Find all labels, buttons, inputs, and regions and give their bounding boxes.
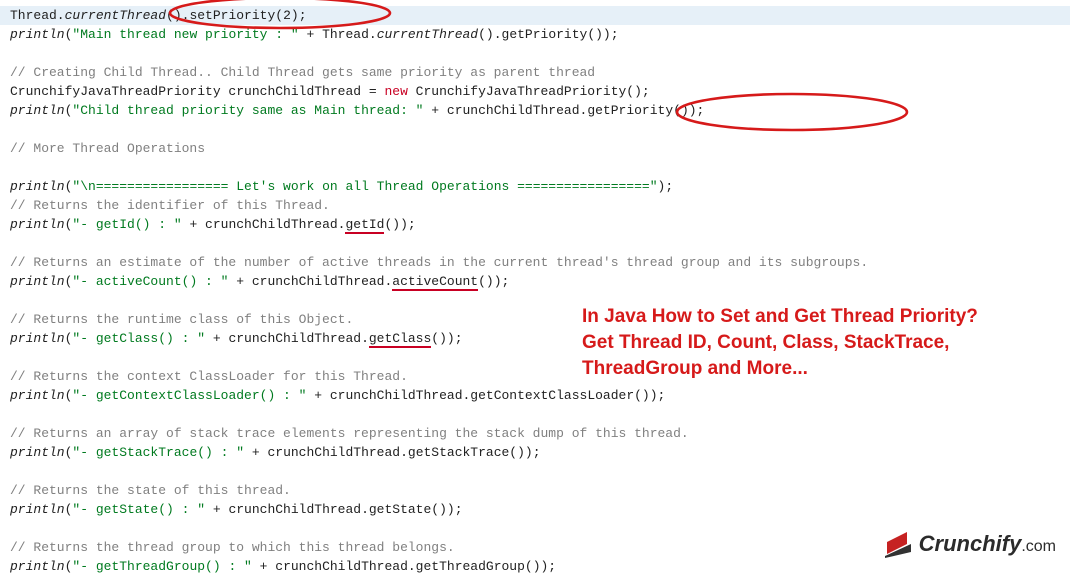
code-comment: // Returns an array of stack trace eleme… (10, 424, 1060, 443)
code-line: Thread.currentThread().setPriority(2); (0, 6, 1070, 25)
logo-text: Crunchify.com (919, 534, 1056, 556)
code-line: CrunchifyJavaThreadPriority crunchChildT… (10, 82, 1060, 101)
code-line: println("\n================= Let's work … (10, 177, 1060, 196)
underlined-method: getId (345, 217, 384, 234)
code-comment: // Returns the context ClassLoader for t… (10, 367, 1060, 386)
crunchify-logo-icon (883, 532, 913, 558)
code-line: println("Main thread new priority : " + … (10, 25, 1060, 44)
code-comment: // Returns the runtime class of this Obj… (10, 310, 1060, 329)
crunchify-logo: Crunchify.com (883, 532, 1056, 558)
code-comment: // Returns the identifier of this Thread… (10, 196, 1060, 215)
code-line: println("- getStackTrace() : " + crunchC… (10, 443, 1060, 462)
code-comment: // More Thread Operations (10, 139, 1060, 158)
code-line: println("- getContextClassLoader() : " +… (10, 386, 1060, 405)
code-line: println("- getId() : " + crunchChildThre… (10, 215, 1060, 234)
underlined-method: getClass (369, 331, 431, 348)
code-comment: // Returns an estimate of the number of … (10, 253, 1060, 272)
code-line: println("- activeCount() : " + crunchChi… (10, 272, 1060, 291)
code-line: println("- getState() : " + crunchChildT… (10, 500, 1060, 519)
code-comment: // Creating Child Thread.. Child Thread … (10, 63, 1060, 82)
underlined-method: activeCount (392, 274, 478, 291)
code-line: println("- getThreadGroup() : " + crunch… (10, 557, 1060, 576)
code-line: println("Child thread priority same as M… (10, 101, 1060, 120)
code-comment: // Returns the state of this thread. (10, 481, 1060, 500)
code-line: println("- getClass() : " + crunchChildT… (10, 329, 1060, 348)
code-block: Thread.currentThread().setPriority(2); p… (10, 6, 1060, 576)
